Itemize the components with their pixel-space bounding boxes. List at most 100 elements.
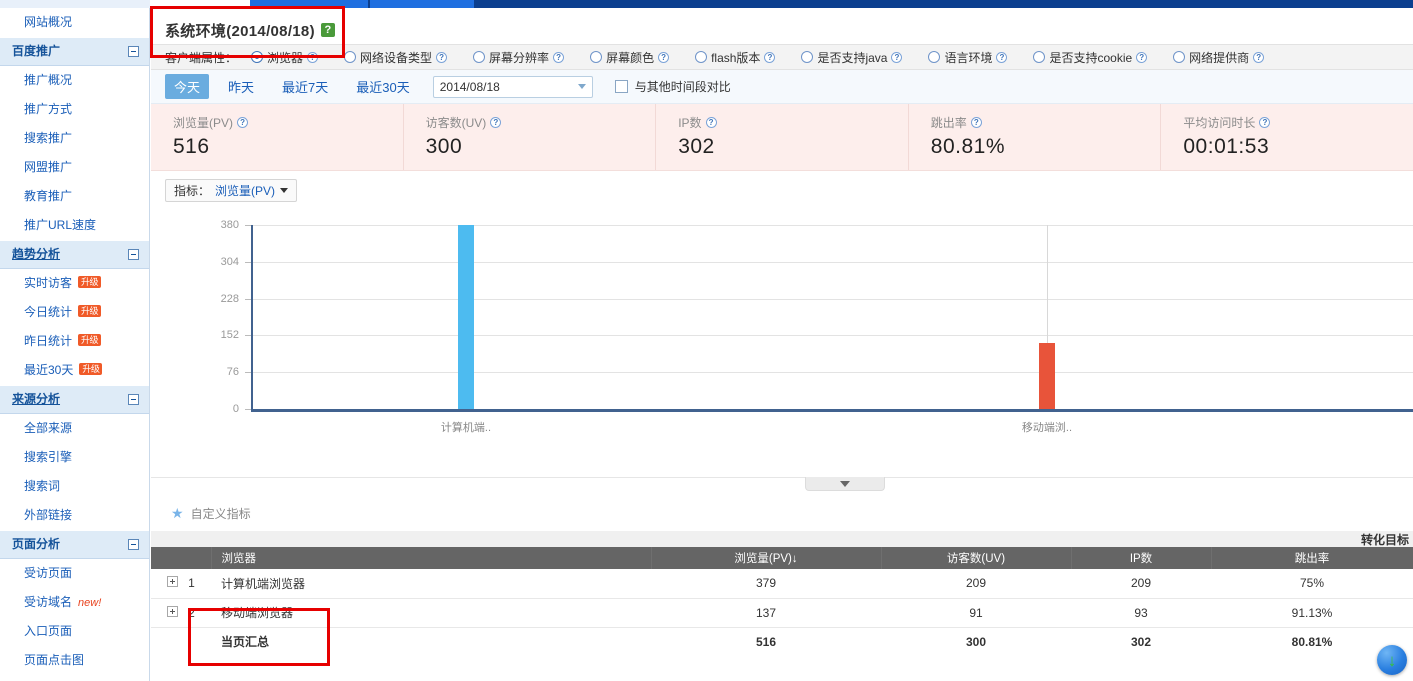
total-cell-uv: 300 xyxy=(881,627,1071,656)
cell-uv: 209 xyxy=(881,569,1071,598)
help-icon[interactable]: ? xyxy=(658,52,669,63)
radio-button-icon[interactable] xyxy=(1173,51,1185,63)
sidebar-item-promotion-method[interactable]: 推广方式 xyxy=(0,95,149,124)
total-cell-pv: 516 xyxy=(651,627,881,656)
help-icon[interactable]: ? xyxy=(1136,52,1147,63)
sidebar-item-label: 页面点击图 xyxy=(24,653,84,667)
date-picker[interactable]: 2014/08/18 xyxy=(433,76,593,98)
kpi-value: 300 xyxy=(426,135,656,159)
chart-bar[interactable] xyxy=(458,225,474,409)
sidebar-item-promotion-overview[interactable]: 推广概况 xyxy=(0,66,149,95)
sidebar-item-site-overview[interactable]: 网站概况 xyxy=(0,8,149,37)
cell-bounce: 75% xyxy=(1211,569,1413,598)
expand-icon[interactable] xyxy=(167,606,178,617)
help-icon[interactable]: ? xyxy=(307,52,318,63)
sidebar-item-all-sources[interactable]: 全部来源 xyxy=(0,414,149,443)
help-icon[interactable]: ? xyxy=(971,117,982,128)
radio-flash-version[interactable]: flash版本? xyxy=(695,49,775,66)
row-expand-cell[interactable]: 2 xyxy=(151,598,211,627)
sidebar-group-page-analysis[interactable]: 页面分析 xyxy=(0,530,149,559)
table-header-0[interactable]: 浏览器 xyxy=(211,547,651,569)
radio-screen-color[interactable]: 屏幕颜色? xyxy=(590,49,669,66)
radio-button-icon[interactable] xyxy=(251,51,263,63)
radio-cookie-support[interactable]: 是否支持cookie? xyxy=(1033,49,1147,66)
topnav-tab-a[interactable] xyxy=(250,0,368,8)
radio-button-icon[interactable] xyxy=(1033,51,1045,63)
table-header-label: IP数 xyxy=(1130,553,1152,565)
help-icon[interactable]: ? xyxy=(996,52,1007,63)
sidebar-item-promotion-url-speed[interactable]: 推广URL速度 xyxy=(0,211,149,240)
expand-icon[interactable] xyxy=(167,576,178,587)
collapse-toggle-icon[interactable] xyxy=(128,394,139,405)
sidebar-item-search-promotion[interactable]: 搜索推广 xyxy=(0,124,149,153)
sidebar-item-external-links[interactable]: 外部链接 xyxy=(0,501,149,530)
radio-button-icon[interactable] xyxy=(473,51,485,63)
help-icon[interactable]: ? xyxy=(321,23,335,37)
table-header-1[interactable]: 浏览量(PV)↓ xyxy=(651,547,881,569)
help-icon[interactable]: ? xyxy=(1259,117,1270,128)
compare-checkbox[interactable] xyxy=(615,80,628,93)
table-header-2[interactable]: 访客数(UV) xyxy=(881,547,1071,569)
chart-collapse-handle[interactable] xyxy=(805,477,885,491)
collapse-toggle-icon[interactable] xyxy=(128,249,139,260)
sidebar-group-trend-analysis[interactable]: 趋势分析 xyxy=(0,240,149,269)
kpi-pv: 浏览量(PV)?516 xyxy=(151,104,404,170)
radio-button-icon[interactable] xyxy=(801,51,813,63)
help-icon[interactable]: ? xyxy=(706,117,717,128)
radio-network-provider[interactable]: 网络提供商? xyxy=(1173,49,1264,66)
sidebar-group-source-analysis[interactable]: 来源分析 xyxy=(0,385,149,414)
row-expand-cell[interactable]: 1 xyxy=(151,569,211,598)
radio-button-icon[interactable] xyxy=(928,51,940,63)
sidebar-item-entry-pages[interactable]: 入口页面 xyxy=(0,617,149,646)
sidebar-item-education-promotion[interactable]: 教育推广 xyxy=(0,182,149,211)
radio-network-device-type[interactable]: 网络设备类型? xyxy=(344,49,447,66)
date-tab-yesterday[interactable]: 昨天 xyxy=(219,74,263,99)
sidebar-item-visited-domains[interactable]: 受访域名new! xyxy=(0,588,149,617)
radio-browser[interactable]: 浏览器? xyxy=(251,49,318,66)
compare-period-toggle[interactable]: 与其他时间段对比 xyxy=(615,78,731,95)
date-tab-last-7-days[interactable]: 最近7天 xyxy=(273,74,337,99)
help-icon[interactable]: ? xyxy=(436,52,447,63)
radio-button-icon[interactable] xyxy=(590,51,602,63)
table-row[interactable]: 2移动端浏览器137919391.13% xyxy=(151,598,1413,627)
help-icon[interactable]: ? xyxy=(237,117,248,128)
sidebar-item-visited-pages[interactable]: 受访页面 xyxy=(0,559,149,588)
table-row[interactable]: 1计算机端浏览器37920920975% xyxy=(151,569,1413,598)
chart-bar[interactable] xyxy=(1039,343,1055,409)
sidebar-group-baidu-promotion[interactable]: 百度推广 xyxy=(0,37,149,66)
chart-gridline xyxy=(251,372,1413,373)
radio-button-icon[interactable] xyxy=(344,51,356,63)
table-header-3[interactable]: IP数 xyxy=(1071,547,1211,569)
collapse-toggle-icon[interactable] xyxy=(128,539,139,550)
sort-arrow-icon[interactable]: ↓ xyxy=(792,553,798,565)
custom-metric-row[interactable]: ★ 自定义指标 xyxy=(151,495,1413,531)
help-icon[interactable]: ? xyxy=(1253,52,1264,63)
sidebar-item-search-terms[interactable]: 搜索词 xyxy=(0,472,149,501)
date-tab-last-30-days[interactable]: 最近30天 xyxy=(347,74,418,99)
sidebar-item-union-promotion[interactable]: 网盟推广 xyxy=(0,153,149,182)
radio-button-icon[interactable] xyxy=(695,51,707,63)
help-icon[interactable]: ? xyxy=(764,52,775,63)
sidebar-item-today-stats[interactable]: 今日统计升级 xyxy=(0,298,149,327)
topnav-tab-b[interactable] xyxy=(370,0,474,8)
kpi-label-text: IP数 xyxy=(678,114,701,131)
sidebar-item-label: 受访域名 xyxy=(24,595,72,609)
help-icon[interactable]: ? xyxy=(490,117,501,128)
sidebar-item-yesterday-stats[interactable]: 昨日统计升级 xyxy=(0,327,149,356)
download-button[interactable]: ↓ xyxy=(1377,645,1407,675)
radio-language-env[interactable]: 语言环境? xyxy=(928,49,1007,66)
metric-selector[interactable]: 指标： 浏览量(PV) xyxy=(165,179,297,202)
help-icon[interactable]: ? xyxy=(553,52,564,63)
date-tab-today[interactable]: 今天 xyxy=(165,74,209,99)
sidebar-item-click-map[interactable]: 页面点击图 xyxy=(0,646,149,675)
collapse-toggle-icon[interactable] xyxy=(128,46,139,57)
sidebar-item-search-engines[interactable]: 搜索引擎 xyxy=(0,443,149,472)
custom-metric-label[interactable]: 自定义指标 xyxy=(191,505,251,522)
download-arrow-icon: ↓ xyxy=(1388,652,1397,669)
table-header-4[interactable]: 跳出率 xyxy=(1211,547,1413,569)
radio-java-support[interactable]: 是否支持java? xyxy=(801,49,902,66)
sidebar-item-realtime-visitors[interactable]: 实时访客升级 xyxy=(0,269,149,298)
radio-screen-resolution[interactable]: 屏幕分辨率? xyxy=(473,49,564,66)
sidebar-item-last-30-days[interactable]: 最近30天升级 xyxy=(0,356,149,385)
help-icon[interactable]: ? xyxy=(891,52,902,63)
